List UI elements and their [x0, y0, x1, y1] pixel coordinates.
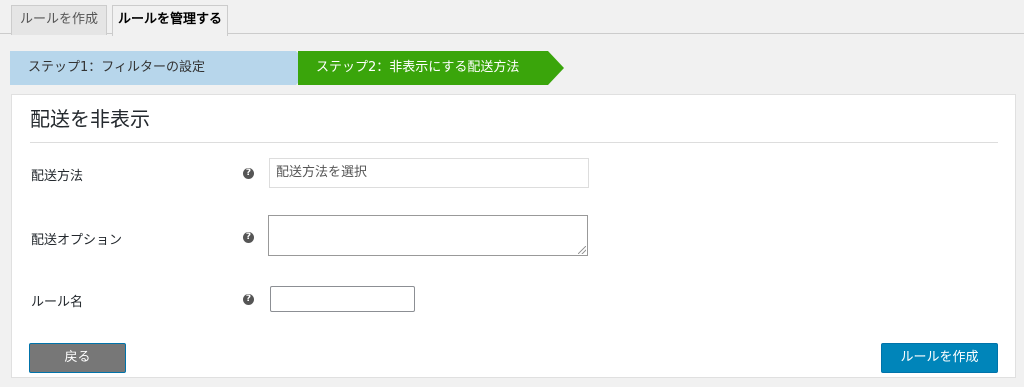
help-icon[interactable]: ?: [243, 294, 254, 305]
create-rule-button[interactable]: ルールを作成: [881, 343, 998, 373]
tab-manage-rules[interactable]: ルールを管理する: [112, 5, 228, 36]
shipping-option-label: 配送オプション: [31, 233, 123, 248]
shipping-method-label: 配送方法: [31, 169, 84, 184]
step-1-filter-settings[interactable]: ステップ1：フィルターの設定: [10, 51, 312, 85]
back-button[interactable]: 戻る: [29, 343, 126, 373]
shipping-option-textarea[interactable]: [268, 215, 588, 256]
divider: [30, 142, 998, 143]
panel-title: 配送を非表示: [30, 107, 150, 131]
help-icon[interactable]: ?: [243, 232, 254, 243]
rule-name-input[interactable]: [270, 286, 415, 312]
resize-handle-icon[interactable]: [578, 246, 586, 254]
tab-bar: ルールを作成 ルールを管理する: [0, 0, 1024, 36]
tab-create-rule[interactable]: ルールを作成: [11, 5, 107, 35]
help-icon[interactable]: ?: [243, 168, 254, 179]
rule-panel: 配送を非表示 配送方法 ? 配送方法を選択 配送オプション ? ルール名 ? 戻…: [11, 94, 1016, 378]
step-2-hidden-shipping-methods[interactable]: ステップ2：非表示にする配送方法: [298, 51, 564, 85]
shipping-method-select[interactable]: 配送方法を選択: [269, 158, 589, 188]
rule-name-label: ルール名: [31, 295, 84, 310]
